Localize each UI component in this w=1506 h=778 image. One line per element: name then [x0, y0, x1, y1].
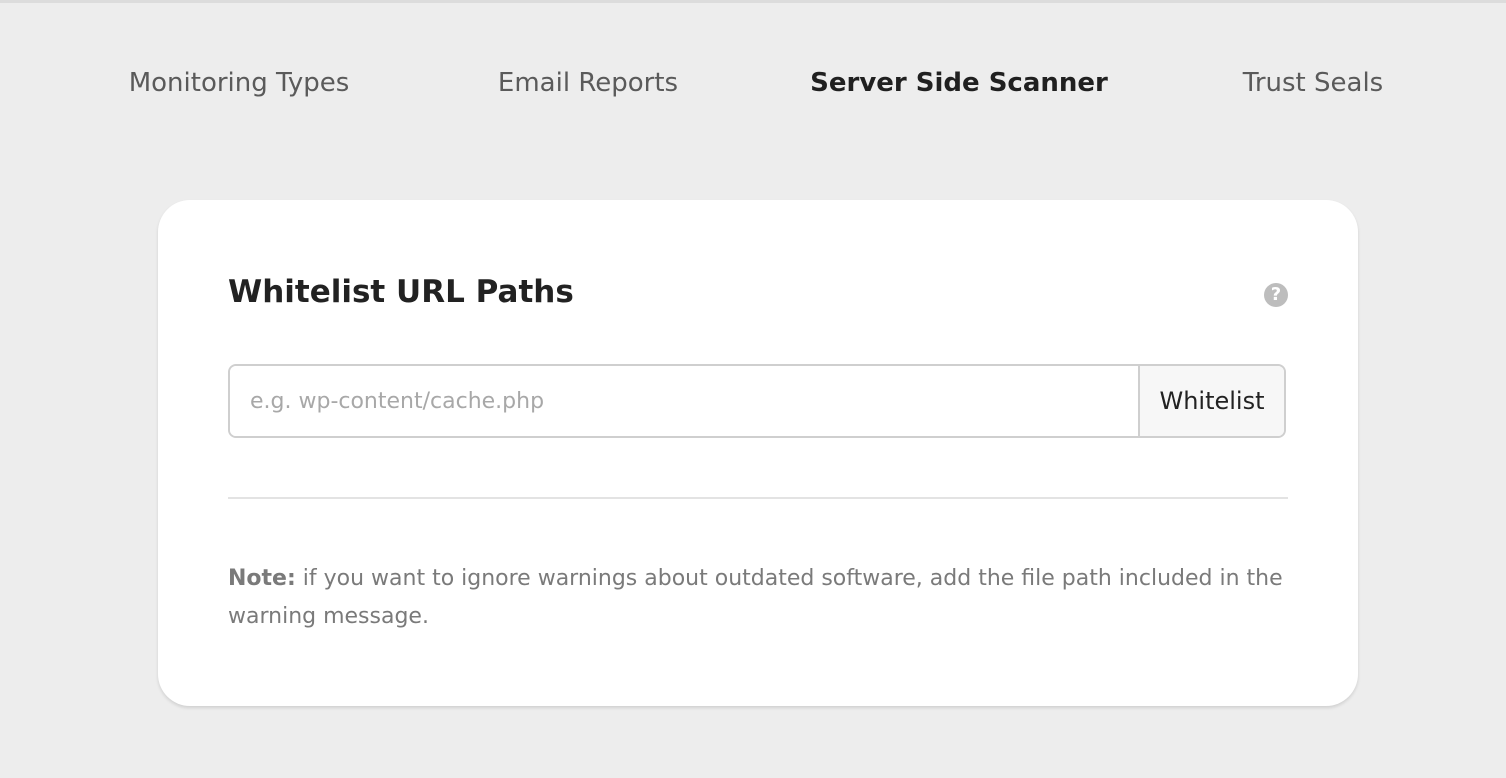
- note-label: Note:: [228, 566, 296, 591]
- top-border: [0, 0, 1506, 3]
- whitelist-card: Whitelist URL Paths ? Whitelist Note: if…: [158, 200, 1358, 706]
- tab-email-reports[interactable]: Email Reports: [498, 60, 678, 106]
- card-title: Whitelist URL Paths: [228, 274, 574, 310]
- url-path-input[interactable]: [230, 366, 1138, 436]
- tab-bar: Monitoring Types Email Reports Server Si…: [0, 60, 1506, 106]
- tab-trust-seals[interactable]: Trust Seals: [1243, 60, 1383, 106]
- tab-server-side-scanner[interactable]: Server Side Scanner: [810, 60, 1108, 106]
- divider: [228, 497, 1288, 499]
- note-text: Note: if you want to ignore warnings abo…: [228, 560, 1288, 636]
- whitelist-button[interactable]: Whitelist: [1138, 366, 1284, 436]
- note-body: if you want to ignore warnings about out…: [228, 566, 1283, 629]
- question-circle-icon[interactable]: ?: [1264, 283, 1288, 307]
- tab-monitoring-types[interactable]: Monitoring Types: [129, 60, 350, 106]
- whitelist-input-group: Whitelist: [228, 364, 1286, 438]
